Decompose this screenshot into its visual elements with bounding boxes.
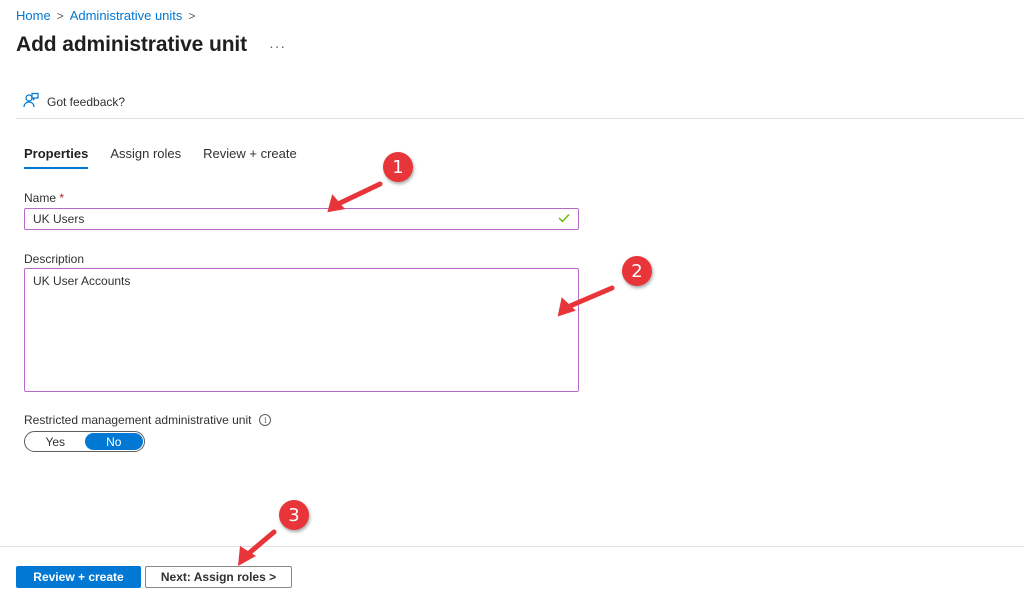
annotation-arrow-2 bbox=[557, 285, 615, 317]
tab-bar: Properties Assign roles Review + create bbox=[24, 146, 297, 169]
tab-assign-roles[interactable]: Assign roles bbox=[110, 146, 181, 169]
description-value: UK User Accounts bbox=[33, 274, 131, 288]
name-label: Name * bbox=[24, 191, 64, 205]
annotation-marker-2: 2 bbox=[622, 256, 652, 286]
name-input-value: UK Users bbox=[33, 212, 85, 226]
restricted-management-label: Restricted management administrative uni… bbox=[24, 413, 252, 427]
feedback-person-icon bbox=[23, 92, 39, 111]
restricted-management-toggle[interactable]: Yes No bbox=[24, 431, 145, 452]
footer-divider bbox=[0, 546, 1024, 547]
page-title: Add administrative unit bbox=[16, 33, 248, 56]
more-options-button[interactable]: ··· bbox=[269, 38, 286, 54]
tab-review-create[interactable]: Review + create bbox=[203, 146, 297, 169]
feedback-label: Got feedback? bbox=[47, 94, 126, 109]
breadcrumb-home[interactable]: Home bbox=[16, 8, 51, 23]
description-label: Description bbox=[24, 252, 85, 266]
name-label-text: Name bbox=[24, 191, 57, 205]
info-icon[interactable]: i bbox=[259, 414, 272, 426]
checkmark-icon bbox=[558, 212, 570, 226]
annotation-arrow-3 bbox=[238, 529, 277, 566]
annotation-marker-3: 3 bbox=[279, 500, 309, 530]
required-asterisk: * bbox=[59, 191, 65, 205]
header-divider bbox=[16, 118, 1024, 119]
breadcrumb-administrative-units[interactable]: Administrative units bbox=[70, 8, 183, 23]
review-create-button[interactable]: Review + create bbox=[16, 566, 141, 588]
feedback-link[interactable]: Got feedback? bbox=[23, 92, 125, 111]
toggle-option-no[interactable]: No bbox=[84, 433, 143, 450]
tab-properties[interactable]: Properties bbox=[24, 146, 89, 169]
toggle-option-yes[interactable]: Yes bbox=[26, 433, 85, 450]
description-textarea[interactable]: UK User Accounts bbox=[24, 268, 579, 392]
breadcrumb: Home > Administrative units > bbox=[16, 8, 195, 23]
restricted-management-row: Restricted management administrative uni… bbox=[24, 413, 272, 427]
breadcrumb-separator: > bbox=[56, 8, 64, 23]
annotation-arrow-1 bbox=[327, 181, 383, 213]
title-row: Add administrative unit ··· bbox=[16, 33, 286, 57]
name-input[interactable]: UK Users bbox=[24, 208, 579, 230]
breadcrumb-separator: > bbox=[188, 8, 196, 23]
